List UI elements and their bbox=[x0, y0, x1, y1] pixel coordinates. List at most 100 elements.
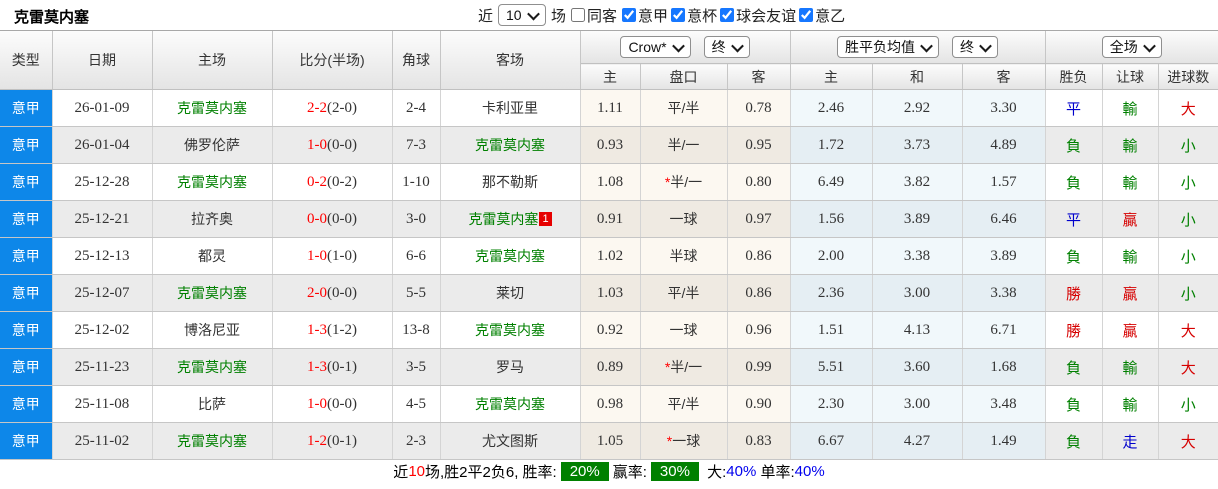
odds-source-select[interactable]: Crow* bbox=[620, 36, 691, 58]
table-row: 意甲 26-01-09 克雷莫内塞 2-2(2-0) 2-4 卡利亚里 1.11 平/半 0.7… bbox=[0, 89, 1218, 127]
league-filter-label: 意甲 bbox=[638, 7, 669, 25]
summary-record: 场,胜2平2负6, 胜率: bbox=[425, 464, 557, 481]
halftime-score: (0-0) bbox=[327, 396, 357, 412]
home-odds-cell: 0.89 bbox=[580, 348, 641, 386]
date-cell: 25-11-23 bbox=[52, 348, 153, 386]
handicap-cell: *半/一 bbox=[640, 348, 728, 386]
away-team-cell[interactable]: 罗马 bbox=[440, 348, 581, 386]
score-cell: 1-2(0-1) bbox=[272, 422, 393, 460]
odds-state-select[interactable]: 终 bbox=[703, 36, 750, 58]
home-team-cell[interactable]: 克雷莫内塞 bbox=[152, 274, 273, 312]
away-team-cell[interactable]: 尤文图斯 bbox=[440, 422, 581, 460]
fulltime-score: 1-3 bbox=[307, 359, 327, 375]
home-team-cell[interactable]: 佛罗伦萨 bbox=[152, 126, 273, 164]
league-filter-2[interactable]: 意杯 bbox=[671, 5, 717, 26]
home-team-cell[interactable]: 拉齐奥 bbox=[152, 200, 273, 238]
table-row: 意甲 25-12-21 拉齐奥 0-0(0-0) 3-0 克雷莫内塞 1 0.91 一球 0.97… bbox=[0, 200, 1218, 238]
fulltime-score: 1-2 bbox=[307, 433, 327, 449]
same-venue-checkbox[interactable]: 同客 bbox=[571, 5, 617, 26]
score-cell: 1-0(0-0) bbox=[272, 126, 393, 164]
chevron-down-icon bbox=[979, 39, 992, 52]
avg-home-cell: 2.30 bbox=[790, 385, 873, 423]
avg-draw-cell: 3.82 bbox=[872, 163, 963, 201]
avg-away-cell: 1.49 bbox=[962, 422, 1046, 460]
home-team-name: 都灵 bbox=[198, 248, 226, 264]
league-filter-checkbox[interactable] bbox=[622, 8, 637, 22]
handicap-cell: 平/半 bbox=[640, 89, 728, 127]
handicap-cell: 一球 bbox=[640, 200, 728, 238]
goals-result-cell: 大 bbox=[1158, 89, 1218, 127]
handicap-cell: *一球 bbox=[640, 422, 728, 460]
chevron-down-icon bbox=[1142, 39, 1156, 52]
date-cell: 26-01-09 bbox=[52, 89, 153, 127]
header-type: 类型 bbox=[0, 31, 53, 90]
away-team-cell[interactable]: 卡利亚里 bbox=[440, 89, 581, 127]
avg-draw-cell: 3.00 bbox=[872, 274, 963, 312]
home-odds-cell: 0.92 bbox=[580, 311, 641, 349]
handicap-cell: 一球 bbox=[640, 311, 728, 349]
away-odds-cell: 0.99 bbox=[727, 348, 791, 386]
score-cell: 1-3(0-1) bbox=[272, 348, 393, 386]
league-filter-3[interactable]: 球会友谊 bbox=[720, 5, 796, 26]
table-row: 意甲 25-11-23 克雷莫内塞 1-3(0-1) 3-5 罗马 0.89 *半/一 0.99… bbox=[0, 348, 1218, 386]
league-filter-checkbox[interactable] bbox=[799, 8, 814, 22]
same-venue-checkbox-input[interactable] bbox=[571, 8, 586, 22]
red-card-badge: 1 bbox=[539, 212, 552, 226]
away-team-name: 罗马 bbox=[496, 359, 524, 375]
goals-result-cell: 大 bbox=[1158, 311, 1218, 349]
avg-away-cell: 6.46 bbox=[962, 200, 1046, 238]
league-filter-1[interactable]: 意甲 bbox=[622, 5, 668, 26]
handicap-value: 半/一 bbox=[670, 174, 703, 190]
home-team-cell[interactable]: 博洛尼亚 bbox=[152, 311, 273, 349]
home-team-cell[interactable]: 克雷莫内塞 bbox=[152, 422, 273, 460]
fulltime-score: 1-0 bbox=[307, 396, 327, 412]
away-odds-cell: 0.96 bbox=[727, 311, 791, 349]
handicap-result-cell: 贏 bbox=[1102, 200, 1159, 238]
away-team-cell[interactable]: 那不勒斯 bbox=[440, 163, 581, 201]
away-team-name: 卡利亚里 bbox=[482, 100, 538, 116]
away-team-cell[interactable]: 克雷莫内塞 bbox=[440, 126, 581, 164]
score-cell: 1-0(1-0) bbox=[272, 237, 393, 275]
away-team-cell[interactable]: 莱切 bbox=[440, 274, 581, 312]
league-badge: 意甲 bbox=[0, 126, 53, 164]
score-cell: 0-2(0-2) bbox=[272, 163, 393, 201]
over-rate: 40% bbox=[726, 463, 757, 480]
home-odds-cell: 1.08 bbox=[580, 163, 641, 201]
home-team-cell[interactable]: 都灵 bbox=[152, 237, 273, 275]
league-filter-checkbox[interactable] bbox=[671, 8, 686, 22]
score-cell: 2-0(0-0) bbox=[272, 274, 393, 312]
single-label: 单率: bbox=[760, 464, 795, 481]
avg-away-cell: 1.68 bbox=[962, 348, 1046, 386]
halftime-score: (0-1) bbox=[327, 433, 357, 449]
recent-count-select[interactable]: 10 bbox=[498, 4, 547, 26]
matches-label: 场 bbox=[551, 7, 567, 25]
home-team-cell[interactable]: 克雷莫内塞 bbox=[152, 348, 273, 386]
score-cell: 1-0(0-0) bbox=[272, 385, 393, 423]
away-team-cell[interactable]: 克雷莫内塞 bbox=[440, 237, 581, 275]
away-team-cell[interactable]: 克雷莫内塞 bbox=[440, 311, 581, 349]
halftime-score: (0-0) bbox=[327, 137, 357, 153]
home-team-cell[interactable]: 比萨 bbox=[152, 385, 273, 423]
corners-cell: 3-0 bbox=[392, 200, 441, 238]
handicap-value: 平/半 bbox=[667, 100, 700, 116]
home-team-cell[interactable]: 克雷莫内塞 bbox=[152, 163, 273, 201]
avg-type-value: 胜平负均值 bbox=[845, 39, 915, 55]
avg-away-cell: 3.38 bbox=[962, 274, 1046, 312]
avg-state-select[interactable]: 终 bbox=[952, 36, 998, 58]
away-team-cell[interactable]: 克雷莫内塞 bbox=[440, 385, 581, 423]
date-cell: 25-12-02 bbox=[52, 311, 153, 349]
avg-draw-cell: 4.13 bbox=[872, 311, 963, 349]
handicap-cell: *半/一 bbox=[640, 163, 728, 201]
scope-select[interactable]: 全场 bbox=[1101, 36, 1162, 58]
league-filter-4[interactable]: 意乙 bbox=[799, 5, 845, 26]
home-team-cell[interactable]: 克雷莫内塞 bbox=[152, 89, 273, 127]
avg-home-cell: 1.56 bbox=[790, 200, 873, 238]
halftime-score: (1-2) bbox=[327, 322, 357, 338]
avg-draw-cell: 3.73 bbox=[872, 126, 963, 164]
away-team-cell[interactable]: 克雷莫内塞 1 bbox=[440, 200, 581, 238]
avg-type-select[interactable]: 胜平负均值 bbox=[837, 36, 939, 58]
avg-away-cell: 4.89 bbox=[962, 126, 1046, 164]
league-filter-checkbox[interactable] bbox=[720, 8, 735, 22]
avg-away-cell: 3.48 bbox=[962, 385, 1046, 423]
score-cell: 2-2(2-0) bbox=[272, 89, 393, 127]
